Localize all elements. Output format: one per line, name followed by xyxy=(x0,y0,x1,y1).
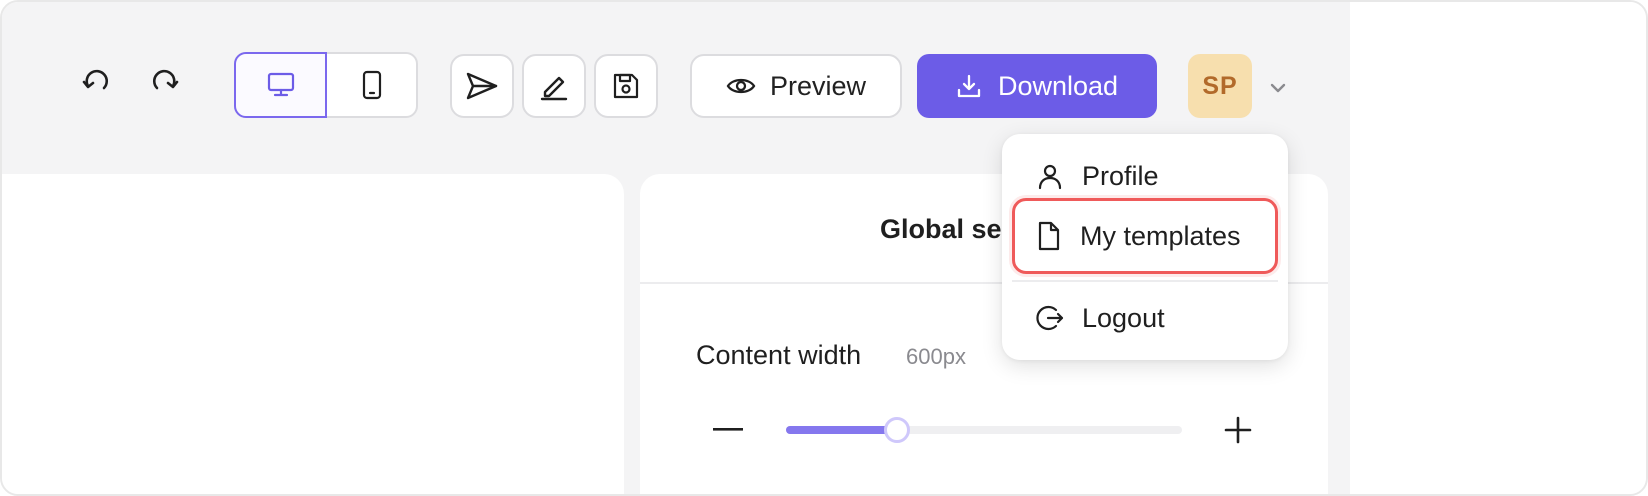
menu-item-label: Logout xyxy=(1082,302,1165,333)
eye-icon xyxy=(726,75,756,97)
download-label: Download xyxy=(997,70,1119,101)
preview-label: Preview xyxy=(769,70,867,101)
editor-workspace: Preview Download SP Global se Content wi… xyxy=(2,2,1350,494)
avatar[interactable]: SP xyxy=(1188,54,1252,118)
download-icon xyxy=(956,73,982,99)
app-window: Preview Download SP Global se Content wi… xyxy=(0,0,1648,496)
plus-icon xyxy=(1224,416,1252,444)
download-button[interactable]: Download xyxy=(917,54,1157,118)
account-menu-toggle[interactable] xyxy=(1264,74,1292,102)
menu-item-profile[interactable]: Profile xyxy=(1012,146,1278,206)
pen-icon xyxy=(539,71,569,101)
slider-fill xyxy=(786,426,897,434)
menu-item-logout[interactable]: Logout xyxy=(1012,288,1278,348)
empty-area xyxy=(1350,2,1646,494)
menu-item-label: My templates xyxy=(1080,220,1241,251)
edit-button[interactable] xyxy=(522,54,586,118)
device-toggle xyxy=(234,52,418,118)
save-icon xyxy=(611,71,641,101)
menu-item-my-templates[interactable]: My templates xyxy=(1012,198,1278,274)
document-icon xyxy=(1036,221,1062,251)
redo-icon xyxy=(149,66,181,98)
mobile-view-button[interactable] xyxy=(327,54,416,116)
menu-divider xyxy=(1012,280,1278,282)
menu-item-label: Profile xyxy=(1082,160,1159,191)
content-width-slider[interactable] xyxy=(786,417,1182,443)
minus-icon xyxy=(713,428,743,432)
increase-width-button[interactable] xyxy=(1218,410,1258,450)
content-width-label: Content width xyxy=(696,340,862,370)
undo-button[interactable] xyxy=(70,56,122,108)
redo-button[interactable] xyxy=(139,56,191,108)
mobile-icon xyxy=(361,70,383,100)
send-button[interactable] xyxy=(450,54,514,118)
settings-title: Global se xyxy=(880,214,1002,244)
preview-button[interactable]: Preview xyxy=(690,54,902,118)
desktop-icon xyxy=(266,71,296,99)
desktop-view-button[interactable] xyxy=(234,52,327,118)
content-width-value: 600px xyxy=(906,344,966,369)
chevron-down-icon xyxy=(1269,82,1287,94)
account-dropdown-menu: Profile My templates Logout xyxy=(1002,134,1288,360)
undo-icon xyxy=(80,66,112,98)
canvas-panel xyxy=(2,174,624,494)
save-button[interactable] xyxy=(594,54,658,118)
send-icon xyxy=(465,71,499,101)
slider-thumb[interactable] xyxy=(883,417,910,443)
user-icon xyxy=(1036,162,1064,190)
logout-icon xyxy=(1036,304,1064,332)
decrease-width-button[interactable] xyxy=(708,410,748,450)
